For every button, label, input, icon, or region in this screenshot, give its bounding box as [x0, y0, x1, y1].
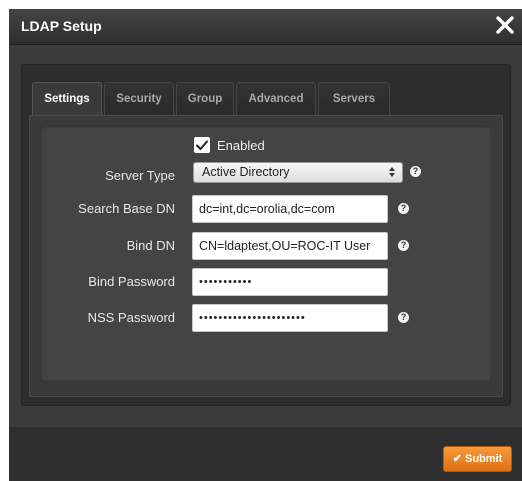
- nss-password-help-icon[interactable]: ?: [398, 312, 409, 323]
- bind-password-label: Bind Password: [88, 274, 175, 289]
- dialog-body: Settings Security Group Advanced Servers…: [9, 45, 522, 415]
- tab-content: Enabled Server Type Active Directory ? S…: [29, 115, 503, 397]
- server-type-help-icon[interactable]: ?: [410, 166, 421, 177]
- search-base-dn-input[interactable]: dc=int,dc=orolia,dc=com: [192, 195, 388, 223]
- server-type-label: Server Type: [105, 168, 175, 183]
- tab-security[interactable]: Security: [104, 82, 174, 115]
- close-icon[interactable]: [492, 12, 518, 38]
- tab-settings[interactable]: Settings: [32, 82, 102, 117]
- tab-group[interactable]: Group: [176, 82, 234, 115]
- check-icon: ✔: [452, 453, 462, 465]
- search-base-dn-label: Search Base DN: [78, 201, 175, 216]
- enabled-checkbox[interactable]: [194, 137, 210, 153]
- dialog-title: LDAP Setup: [21, 18, 102, 34]
- search-base-dn-help-icon[interactable]: ?: [398, 203, 409, 214]
- server-type-value: Active Directory: [202, 165, 290, 179]
- bind-dn-label: Bind DN: [126, 238, 175, 253]
- submit-label: Submit: [465, 453, 503, 465]
- nss-password-input[interactable]: ••••••••••••••••••••••: [192, 304, 388, 332]
- bind-password-input[interactable]: •••••••••••: [192, 268, 388, 296]
- tab-servers[interactable]: Servers: [318, 82, 390, 115]
- submit-button[interactable]: ✔ Submit: [443, 446, 512, 472]
- bind-dn-help-icon[interactable]: ?: [398, 240, 409, 251]
- ldap-setup-dialog: LDAP Setup Settings Security Group Advan…: [9, 9, 522, 481]
- select-arrows-icon: [389, 167, 395, 177]
- enabled-label: Enabled: [217, 138, 265, 153]
- settings-panel: Settings Security Group Advanced Servers…: [21, 64, 511, 406]
- dialog-footer: ✔ Submit: [9, 427, 522, 481]
- server-type-select[interactable]: Active Directory: [193, 162, 403, 183]
- checkmark-icon: [196, 140, 208, 150]
- nss-password-label: NSS Password: [87, 310, 175, 325]
- title-bar: LDAP Setup: [9, 9, 522, 45]
- tab-advanced[interactable]: Advanced: [236, 82, 316, 115]
- settings-form: Enabled Server Type Active Directory ? S…: [40, 126, 492, 382]
- bind-dn-input[interactable]: CN=ldaptest,OU=ROC-IT User: [192, 232, 388, 260]
